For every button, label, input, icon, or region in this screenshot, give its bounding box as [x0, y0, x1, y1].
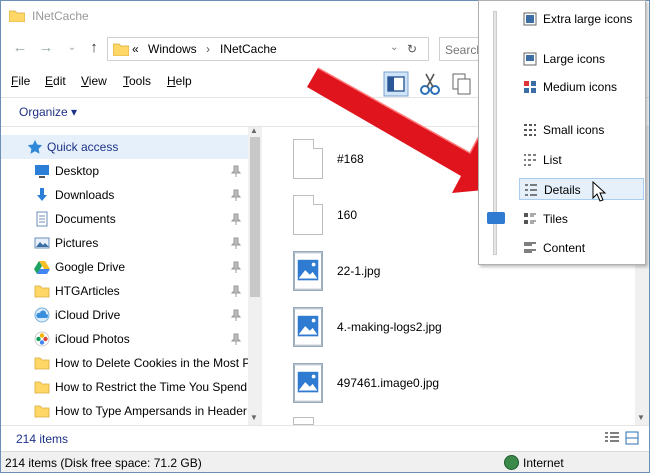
view-tiles[interactable]: Tiles [519, 208, 644, 230]
menu-tools[interactable]: Tools [123, 74, 151, 88]
file-document-icon [293, 195, 323, 235]
address-dropdown-chevron-icon[interactable]: ⌄ [390, 42, 398, 53]
zone-status: Internet [523, 456, 564, 470]
menu-help[interactable]: Help [167, 74, 192, 88]
view-extra-large-icons[interactable]: Extra large icons [519, 8, 644, 30]
folder-icon [34, 381, 50, 394]
back-arrow-icon[interactable]: ← [11, 39, 29, 57]
item-count: 214 items [16, 432, 69, 446]
menu-file[interactable]: File [11, 74, 30, 88]
large-icons-icon [523, 52, 537, 66]
view-details[interactable]: Details [519, 178, 644, 200]
navigation-pane-scrollbar[interactable]: ▲ ▼ [248, 126, 262, 425]
folder-icon [34, 285, 50, 298]
google-drive-icon [34, 261, 50, 274]
nav-item-downloads[interactable]: Downloads [1, 183, 249, 207]
download-icon [37, 188, 47, 201]
pin-icon [231, 333, 241, 345]
status-bar: 214 items [1, 425, 649, 451]
pin-icon [231, 189, 241, 201]
view-large-icons[interactable]: Large icons [519, 48, 644, 70]
menu-edit[interactable]: Edit [45, 74, 66, 88]
image-file-icon [293, 251, 323, 291]
nav-item-quick-access[interactable]: Quick access [1, 135, 249, 159]
details-view-icon [525, 184, 537, 196]
desktop-icon [35, 165, 49, 178]
mouse-pointer-icon [592, 181, 606, 202]
list-view-icon [524, 154, 536, 166]
extra-large-icons-icon [523, 12, 537, 26]
copy-icon[interactable] [449, 71, 475, 97]
scroll-down-arrow-icon[interactable]: ▼ [637, 413, 645, 422]
pin-icon [231, 309, 241, 321]
star-icon [27, 140, 43, 154]
nav-item-documents[interactable]: Documents [1, 207, 249, 231]
scroll-down-arrow-icon[interactable]: ▼ [250, 413, 258, 422]
address-bar[interactable]: « Windows › INetCache ⌄ ↻ [107, 37, 429, 61]
small-icons-icon [524, 124, 536, 136]
globe-icon [504, 455, 519, 470]
file-document-icon [293, 417, 323, 427]
nav-item-htgarticles[interactable]: HTGArticles [1, 279, 249, 303]
nav-item-desktop[interactable]: Desktop [1, 159, 249, 183]
pin-icon [231, 237, 241, 249]
folder-icon [34, 405, 50, 418]
view-content[interactable]: Content [519, 237, 644, 259]
nav-item-pictures[interactable]: Pictures [1, 231, 249, 255]
file-document-icon [293, 139, 323, 179]
view-list[interactable]: List [519, 149, 644, 171]
image-file-icon [293, 363, 323, 403]
large-icons-view-icon[interactable] [625, 431, 639, 445]
folder-icon [34, 357, 50, 370]
medium-icons-icon [524, 81, 536, 93]
refresh-icon[interactable]: ↻ [407, 42, 417, 56]
pin-icon [231, 165, 241, 177]
pin-icon [231, 285, 241, 297]
forward-arrow-icon[interactable]: → [37, 39, 55, 57]
icloud-photos-icon [34, 331, 50, 347]
up-arrow-icon[interactable]: ↑ [85, 39, 103, 57]
file-item[interactable]: 4.-making-logs2.jpg [293, 307, 593, 355]
file-item[interactable] [293, 417, 593, 427]
icloud-icon [34, 307, 50, 323]
breadcrumb-overflow[interactable]: « [132, 42, 139, 56]
view-slider-knob[interactable] [487, 212, 505, 224]
pin-icon [231, 213, 241, 225]
menu-view[interactable]: View [81, 74, 107, 88]
content-view-icon [524, 242, 536, 253]
window-title: INetCache [32, 9, 89, 23]
nav-item-folder-type-ampersands[interactable]: How to Type Ampersands in Header [1, 399, 249, 423]
cut-icon[interactable] [417, 71, 443, 97]
breadcrumb-inetcache[interactable]: INetCache [220, 42, 277, 56]
document-icon [36, 211, 48, 227]
scrollbar-thumb[interactable] [250, 137, 260, 297]
nav-item-folder-restrict-time[interactable]: How to Restrict the Time You Spend [1, 375, 249, 399]
view-medium-icons[interactable]: Medium icons [519, 76, 644, 98]
organize-button[interactable]: Organize ▾ [19, 105, 77, 119]
breadcrumb-windows[interactable]: Windows [148, 42, 197, 56]
image-file-icon [293, 307, 323, 347]
folder-icon [9, 10, 25, 22]
nav-item-folder-delete-cookies[interactable]: How to Delete Cookies in the Most P [1, 351, 249, 375]
file-item[interactable]: 497461.image0.jpg [293, 363, 593, 411]
details-view-icon[interactable] [605, 432, 619, 444]
pin-icon [231, 261, 241, 273]
tiles-view-icon [524, 213, 536, 224]
navigation-pane: Quick access Desktop Downloads Documents… [1, 135, 262, 425]
breadcrumb-separator[interactable]: › [206, 42, 210, 56]
recent-chevron-down-icon[interactable]: ⌄ [63, 39, 81, 57]
view-small-icons[interactable]: Small icons [519, 119, 644, 141]
folder-icon [113, 43, 129, 56]
scroll-up-arrow-icon[interactable]: ▲ [250, 126, 258, 135]
details-status-bar: 214 items (Disk free space: 71.2 GB) Int… [1, 451, 649, 472]
disk-space-status: 214 items (Disk free space: 71.2 GB) [5, 456, 202, 470]
preview-pane-icon[interactable] [383, 71, 409, 97]
nav-item-icloud-photos[interactable]: iCloud Photos [1, 327, 249, 351]
nav-item-google-drive[interactable]: Google Drive [1, 255, 249, 279]
nav-item-icloud-drive[interactable]: iCloud Drive [1, 303, 249, 327]
view-dropdown-menu: Extra large icons Large icons Medium ico… [478, 0, 646, 265]
picture-icon [34, 237, 50, 249]
